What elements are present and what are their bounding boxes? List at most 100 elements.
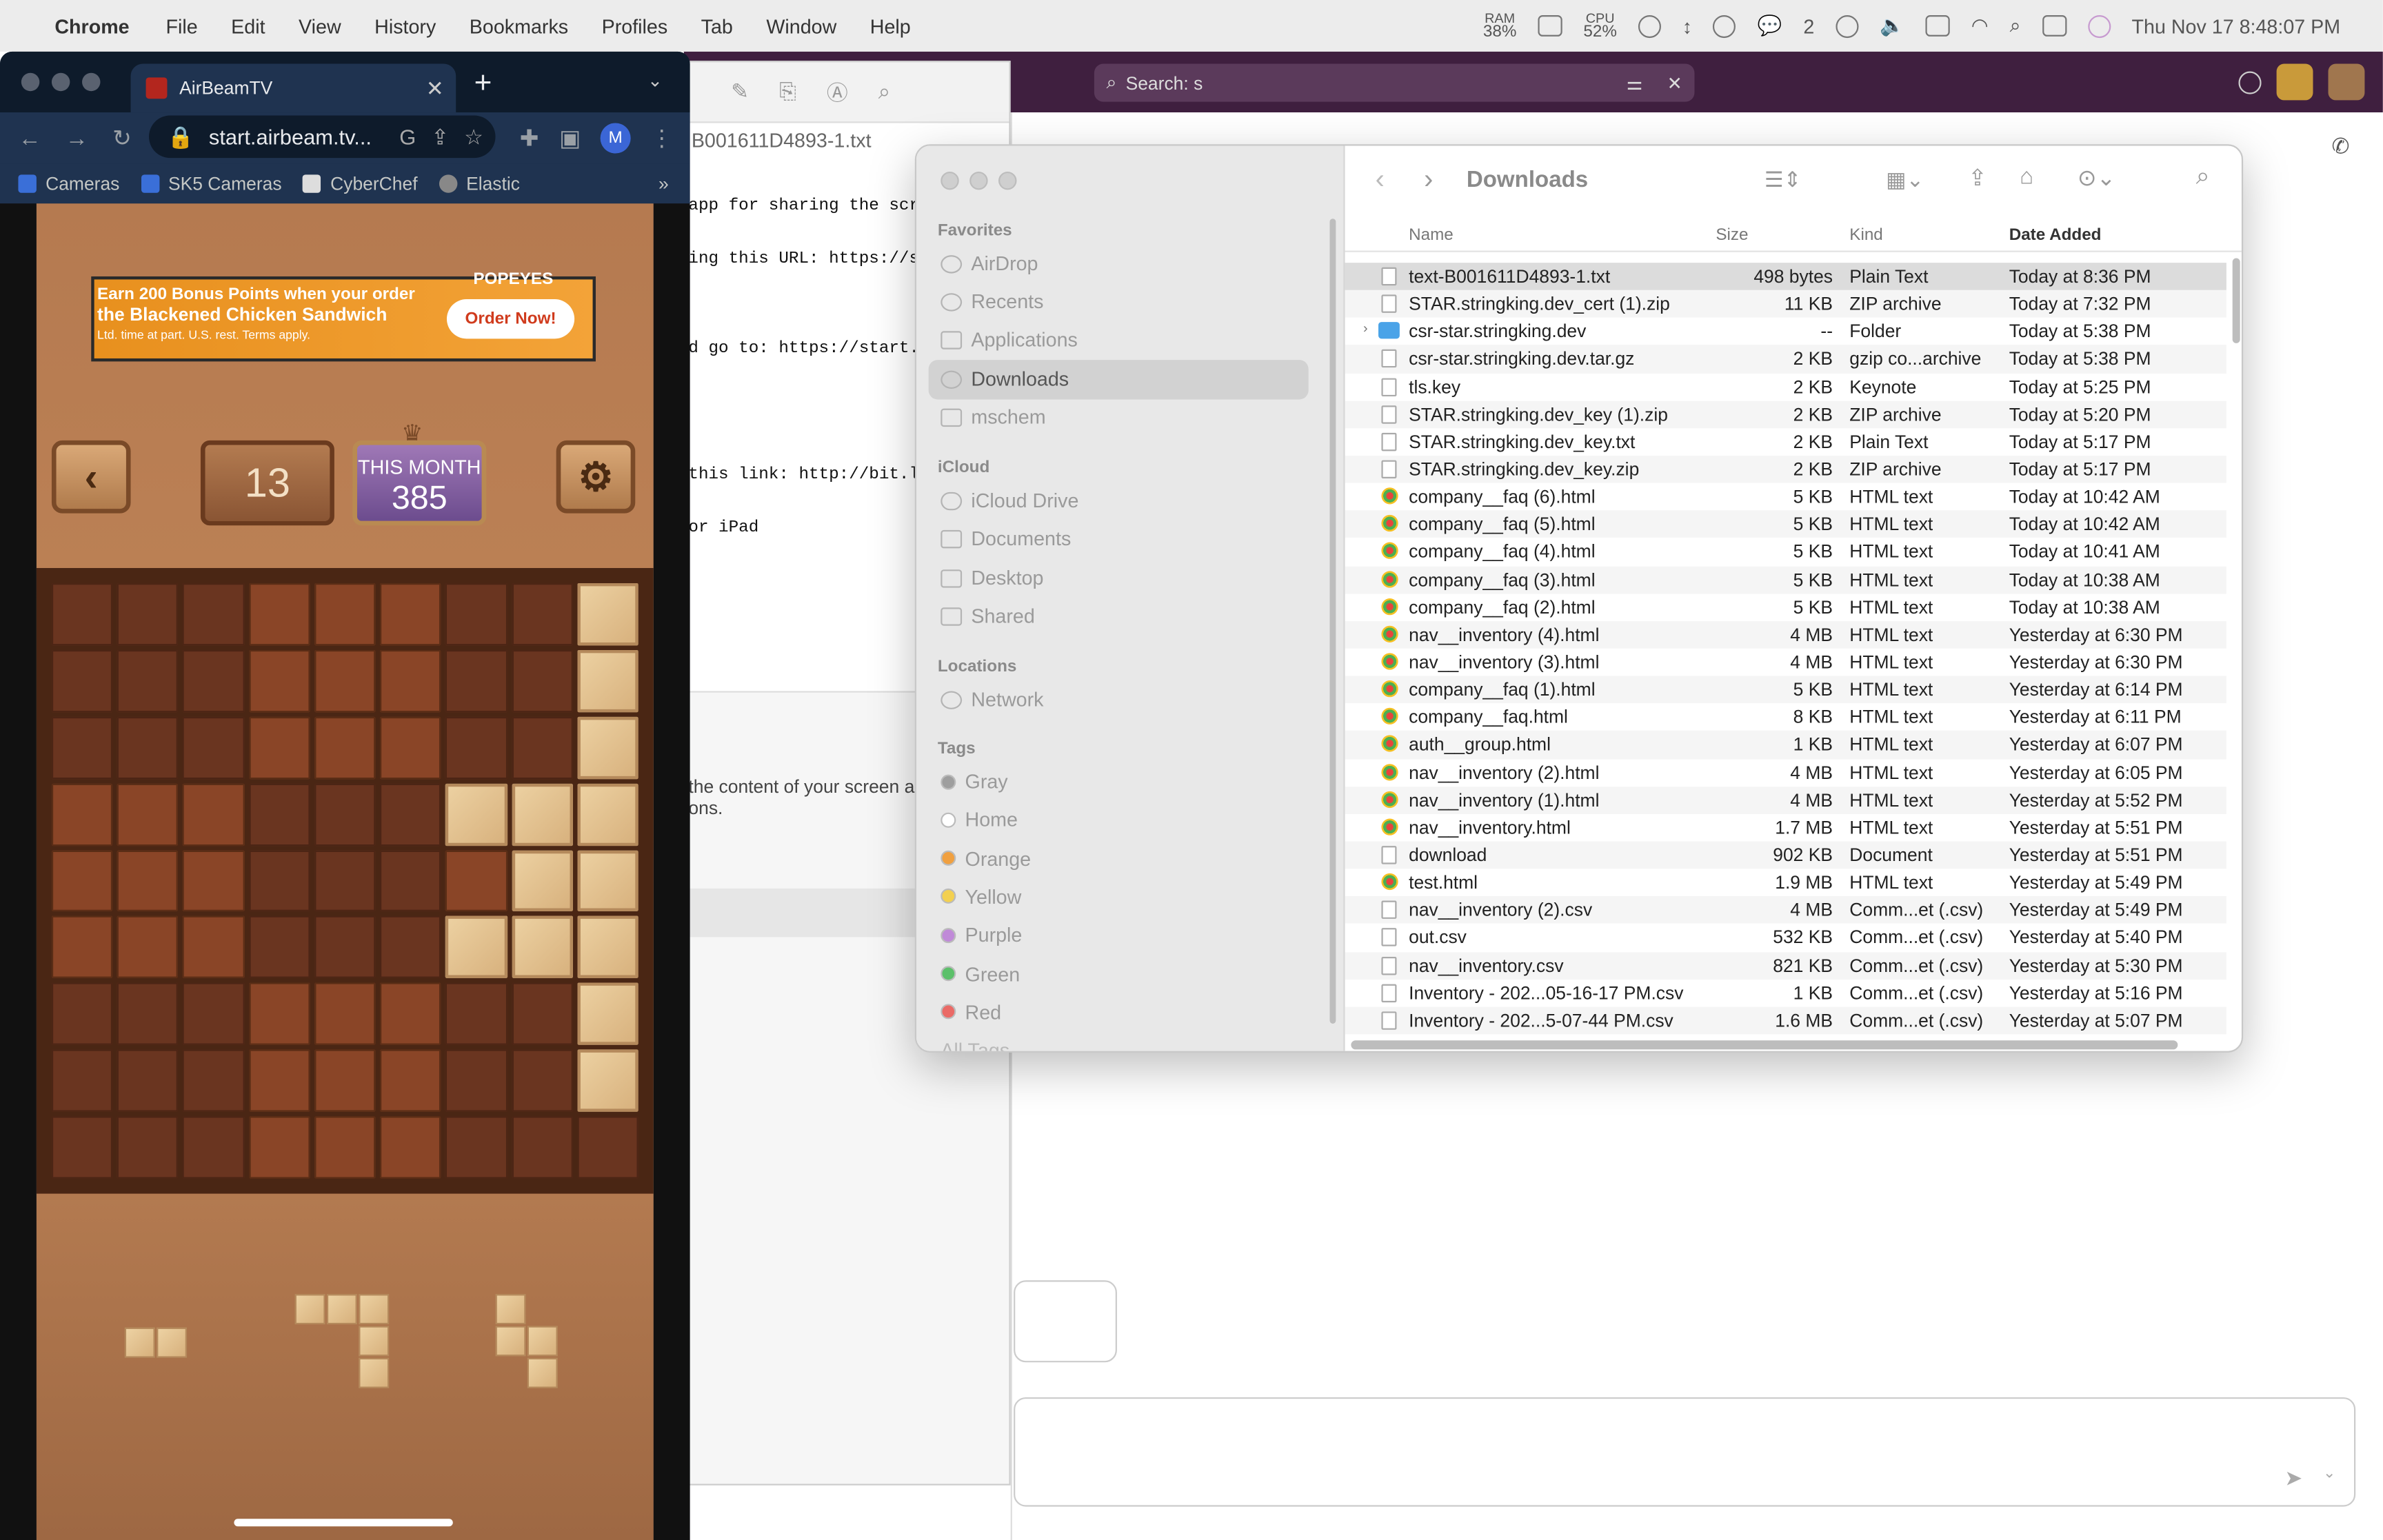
back-button[interactable]: ‹: [51, 440, 131, 514]
control-center-icon[interactable]: [2042, 15, 2067, 37]
board-cell-empty[interactable]: [117, 649, 179, 712]
list-view-icon[interactable]: ☰⇕: [1764, 167, 1802, 192]
file-row[interactable]: STAR.stringking.dev_cert (1).zip 11 KB ZIP…: [1345, 290, 2226, 318]
sidebar-item-desktop[interactable]: Desktop: [941, 567, 1043, 589]
board-cell-empty[interactable]: [380, 1116, 441, 1179]
close-icon[interactable]: ✕: [1667, 72, 1682, 94]
forward-icon[interactable]: ›: [1424, 164, 1433, 196]
cpu-meter[interactable]: CPU 52%: [1583, 12, 1617, 41]
bookmark-cameras[interactable]: Cameras: [18, 173, 119, 194]
textedit-content[interactable]: app for sharing the scree ing this URL: …: [688, 163, 939, 575]
board-cell-empty[interactable]: [314, 716, 376, 779]
google-icon[interactable]: G: [399, 125, 416, 149]
popeyes-ad-banner[interactable]: Earn 200 Bonus Points when your order th…: [91, 270, 596, 362]
new-tab-button[interactable]: +: [474, 67, 492, 102]
board-cell-empty[interactable]: [117, 783, 179, 846]
bookmark-sk5-cameras[interactable]: SK5 Cameras: [141, 173, 282, 194]
piece-domino[interactable]: [124, 1327, 192, 1361]
sidebar-item-all-tags[interactable]: All Tags: [941, 1039, 1009, 1051]
send-icon[interactable]: ➤: [2284, 1466, 2302, 1491]
board-cell-empty[interactable]: [51, 1116, 113, 1179]
file-row[interactable]: auth__group.html 1 KB HTML text Yesterday a…: [1345, 731, 2226, 759]
battery-icon[interactable]: [1925, 15, 1950, 37]
board-cell-empty[interactable]: [380, 849, 441, 912]
board-cell-empty[interactable]: [248, 583, 310, 646]
column-name[interactable]: Name: [1409, 226, 1454, 244]
extensions-icon[interactable]: ✚: [520, 125, 539, 152]
board-cell-empty[interactable]: [51, 916, 113, 979]
file-row[interactable]: nav__inventory.csv 821 KB Comm...et (.csv)…: [1345, 951, 2226, 980]
board-cell-filled[interactable]: [577, 916, 639, 979]
forward-icon[interactable]: →: [66, 125, 88, 151]
board-cell-filled[interactable]: [577, 716, 639, 779]
board-cell-empty[interactable]: [380, 649, 441, 712]
board-cell-empty[interactable]: [380, 1049, 441, 1112]
board-cell-empty[interactable]: [117, 1116, 179, 1179]
sidebar-item-documents[interactable]: Documents: [941, 527, 1071, 550]
board-cell-empty[interactable]: [314, 583, 376, 646]
board-cell-empty[interactable]: [183, 783, 245, 846]
file-row[interactable]: test.html 1.9 MB HTML text Yesterday at 5:4…: [1345, 869, 2226, 896]
board-cell-empty[interactable]: [51, 849, 113, 912]
menubar-clock[interactable]: Thu Nov 17 8:48:07 PM: [2132, 14, 2341, 37]
share-icon[interactable]: ⇪: [1968, 164, 1987, 191]
board-cell-empty[interactable]: [445, 649, 507, 712]
menu-help[interactable]: Help: [870, 14, 911, 37]
file-row[interactable]: nav__inventory (2).csv 4 MB Comm...et (.cs…: [1345, 896, 2226, 924]
board-cell-empty[interactable]: [380, 583, 441, 646]
back-icon[interactable]: ←: [18, 125, 41, 151]
board-cell-filled[interactable]: [511, 916, 573, 979]
board-cell-empty[interactable]: [380, 983, 441, 1046]
board-cell-filled[interactable]: [511, 783, 573, 846]
board-cell-empty[interactable]: [248, 783, 310, 846]
address-bar[interactable]: 🔒 start.airbeam.tv... G ⇪ ☆: [148, 115, 496, 159]
board-cell-empty[interactable]: [511, 983, 573, 1046]
board-cell-empty[interactable]: [314, 916, 376, 979]
board-cell-empty[interactable]: [51, 716, 113, 779]
board-cell-empty[interactable]: [511, 716, 573, 779]
sidebar-tag-home[interactable]: Home: [941, 809, 1018, 831]
markup-icon[interactable]: Ⓐ: [827, 77, 848, 107]
board-cell-empty[interactable]: [577, 1116, 639, 1179]
file-row[interactable]: nav__inventory (4).html 4 MB HTML text Yest…: [1345, 620, 2226, 649]
board-cell-filled[interactable]: [577, 983, 639, 1046]
game-board[interactable]: [36, 567, 654, 1194]
board-cell-empty[interactable]: [117, 849, 179, 912]
board-cell-filled[interactable]: [577, 1049, 639, 1112]
file-row[interactable]: company__faq (5).html 5 KB HTML text Today …: [1345, 510, 2226, 538]
close-tab-icon[interactable]: ✕: [426, 75, 444, 101]
menu-view[interactable]: View: [299, 14, 341, 37]
board-cell-filled[interactable]: [511, 849, 573, 912]
board-cell-filled[interactable]: [445, 783, 507, 846]
close-window-button[interactable]: [21, 72, 40, 92]
tag-icon[interactable]: ⌂: [2020, 164, 2033, 190]
board-cell-empty[interactable]: [183, 1049, 245, 1112]
file-row[interactable]: nav__inventory.html 1.7 MB HTML text Yester…: [1345, 814, 2226, 842]
file-row[interactable]: tls.key 2 KB Keynote Today at 5:25 PM: [1345, 373, 2226, 401]
sidebar-tag-orange[interactable]: Orange: [941, 847, 1031, 870]
board-cell-empty[interactable]: [248, 716, 310, 779]
sidebar-item-recents[interactable]: Recents: [941, 290, 1043, 313]
file-row[interactable]: company__faq (2).html 5 KB HTML text Today …: [1345, 594, 2226, 621]
back-icon[interactable]: ‹: [1376, 164, 1385, 196]
sidebar-item-home[interactable]: mschem: [941, 405, 1046, 428]
board-cell-filled[interactable]: [577, 583, 639, 646]
board-cell-empty[interactable]: [51, 583, 113, 646]
file-row[interactable]: STAR.stringking.dev_key.txt 2 KB Plain Tex…: [1345, 428, 2226, 456]
avatar[interactable]: [2276, 63, 2313, 101]
column-date-added[interactable]: Date Added: [2009, 226, 2102, 244]
help-icon[interactable]: [2238, 70, 2262, 94]
menu-window[interactable]: Window: [766, 14, 836, 37]
block-puzzle-game[interactable]: Earn 200 Bonus Points when your order th…: [36, 203, 654, 1540]
file-row[interactable]: Inventory - 202...05-16-17 PM.csv 1 KB Com…: [1345, 979, 2226, 1006]
file-row[interactable]: STAR.stringking.dev_key.zip 2 KB ZIP archi…: [1345, 455, 2226, 483]
rotate-icon[interactable]: ⎘: [779, 79, 796, 105]
close-window-button[interactable]: [941, 171, 959, 190]
board-cell-empty[interactable]: [248, 1116, 310, 1179]
board-cell-empty[interactable]: [445, 983, 507, 1046]
file-row[interactable]: out.csv 532 KB Comm...et (.csv) Yesterday a…: [1345, 924, 2226, 951]
board-cell-empty[interactable]: [248, 649, 310, 712]
board-cell-empty[interactable]: [248, 1049, 310, 1112]
sidebar-tag-red[interactable]: Red: [941, 1000, 1001, 1024]
menu-profiles[interactable]: Profiles: [602, 14, 668, 37]
